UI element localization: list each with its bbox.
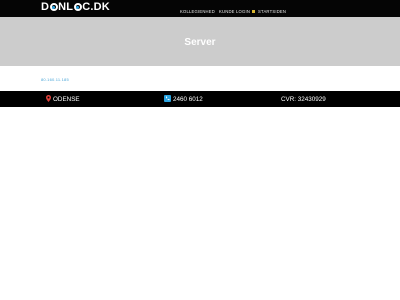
top-navbar: D NL C.DK KOLLEGIENHED KUNDE LOGIN STARTSI… <box>0 0 400 17</box>
site-logo[interactable]: D NL C.DK <box>41 0 110 14</box>
footer-city: ODENSE <box>53 96 80 103</box>
footer-phone[interactable]: 2460 6012 <box>173 95 203 104</box>
logo-text-part2: NL <box>58 1 74 13</box>
nav-item-startsiden[interactable]: STARTSIDEN <box>258 8 286 16</box>
nav-item-kollegienhed[interactable]: KOLLEGIENHED <box>180 8 215 16</box>
lock-icon <box>252 10 256 13</box>
nav-item-label: KOLLEGIENHED <box>180 9 215 14</box>
ring-o-icon <box>73 3 82 11</box>
nav-item-kunde-login[interactable]: KUNDE LOGIN <box>219 8 256 16</box>
logo-text-part3: C.DK <box>82 1 110 13</box>
nav-item-label: STARTSIDEN <box>258 9 287 14</box>
page-title: Server <box>184 37 216 48</box>
map-pin-icon <box>46 95 51 102</box>
phone-icon <box>164 95 171 102</box>
logo-text-part1: D <box>41 1 50 13</box>
footer-cvr: CVR: 32430929 <box>281 96 326 103</box>
ip-link[interactable]: 80.160.11.185 <box>41 77 69 82</box>
nav-item-label: KUNDE LOGIN <box>219 9 251 14</box>
ring-o-icon <box>49 3 58 11</box>
